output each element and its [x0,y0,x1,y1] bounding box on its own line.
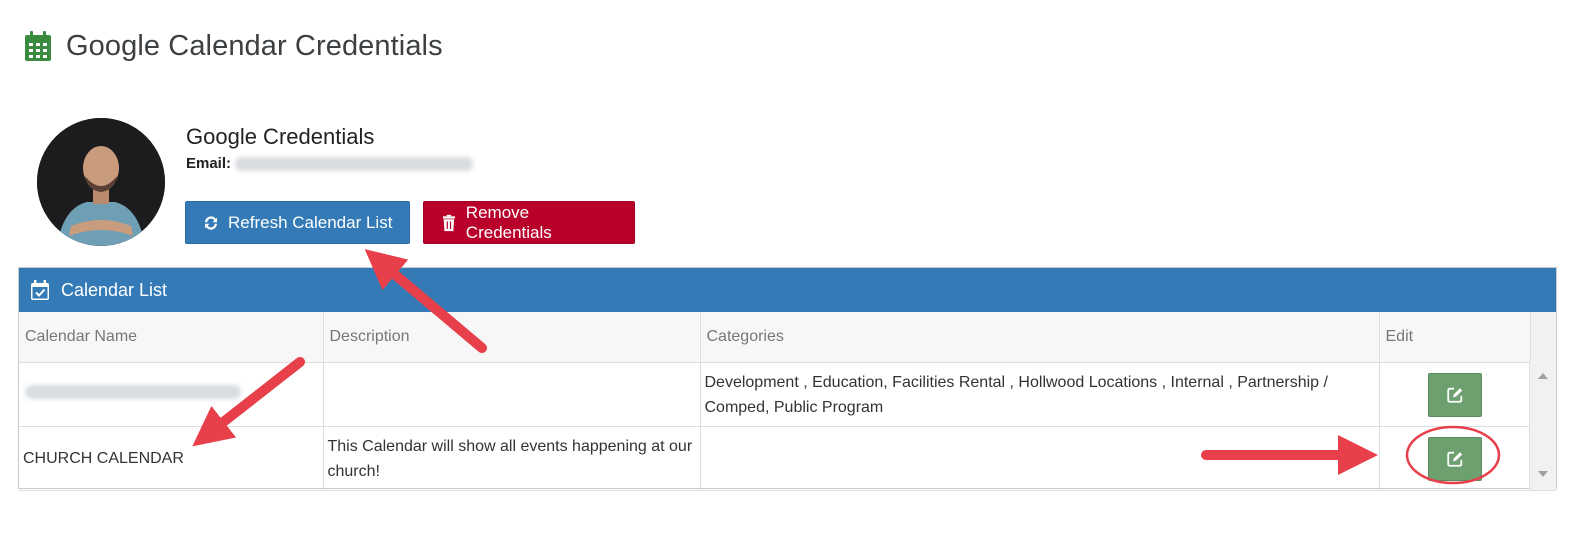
edit-icon [1446,387,1462,403]
edit-cell [1379,426,1531,491]
table-row: Development , Education, Facilities Rent… [19,362,1556,427]
column-header[interactable]: Calendar Name [19,312,324,363]
calendar-name-cell [19,362,324,427]
edit-button[interactable] [1427,436,1482,481]
edit-cell [1379,362,1531,427]
scroll-up-arrow-icon[interactable] [1538,373,1548,379]
column-header[interactable]: Categories [700,312,1380,363]
calendar-name-redacted [25,385,241,399]
refresh-icon [205,215,217,230]
panel-title: Calendar List [61,279,168,300]
calendar-icon [25,31,51,61]
refresh-calendar-list-button[interactable]: Refresh Calendar List [185,201,410,244]
page-title: Google Calendar Credentials [66,29,443,62]
email-row: Email: [186,155,474,172]
avatar [37,118,165,246]
table-header-row: Calendar Name Description Categories Edi… [19,312,1556,363]
categories-cell: Development , Education, Facilities Rent… [700,362,1380,427]
calendar-name-cell: CHURCH CALENDAR [19,426,324,491]
remove-credentials-button[interactable]: Remove Credentials [423,201,635,244]
scroll-header-spacer [1530,312,1556,363]
page-header: Google Calendar Credentials [24,26,443,66]
description-cell: This Calendar will show all events happe… [323,426,701,491]
column-header[interactable]: Description [323,312,701,363]
panel-header: Calendar List [19,268,1556,312]
calendar-table: Calendar Name Description Categories Edi… [19,312,1556,491]
remove-button-label: Remove Credentials [465,202,552,242]
vertical-scrollbar[interactable] [1529,361,1556,489]
credentials-heading: Google Credentials [186,124,375,149]
email-value-redacted [235,156,474,171]
table-row: CHURCH CALENDAR This Calendar will show … [19,426,1556,491]
calendar-check-icon [31,280,49,300]
scroll-down-arrow-icon[interactable] [1538,471,1548,477]
email-label: Email: [186,155,232,172]
trash-icon [442,214,455,231]
edit-icon [1446,451,1462,467]
calendar-list-panel: Calendar List Calendar Name Description … [18,267,1557,491]
column-header: Edit [1379,312,1531,363]
edit-button[interactable] [1427,372,1482,417]
refresh-button-label: Refresh Calendar List [228,212,393,232]
categories-cell [700,426,1380,491]
description-cell [323,362,701,427]
